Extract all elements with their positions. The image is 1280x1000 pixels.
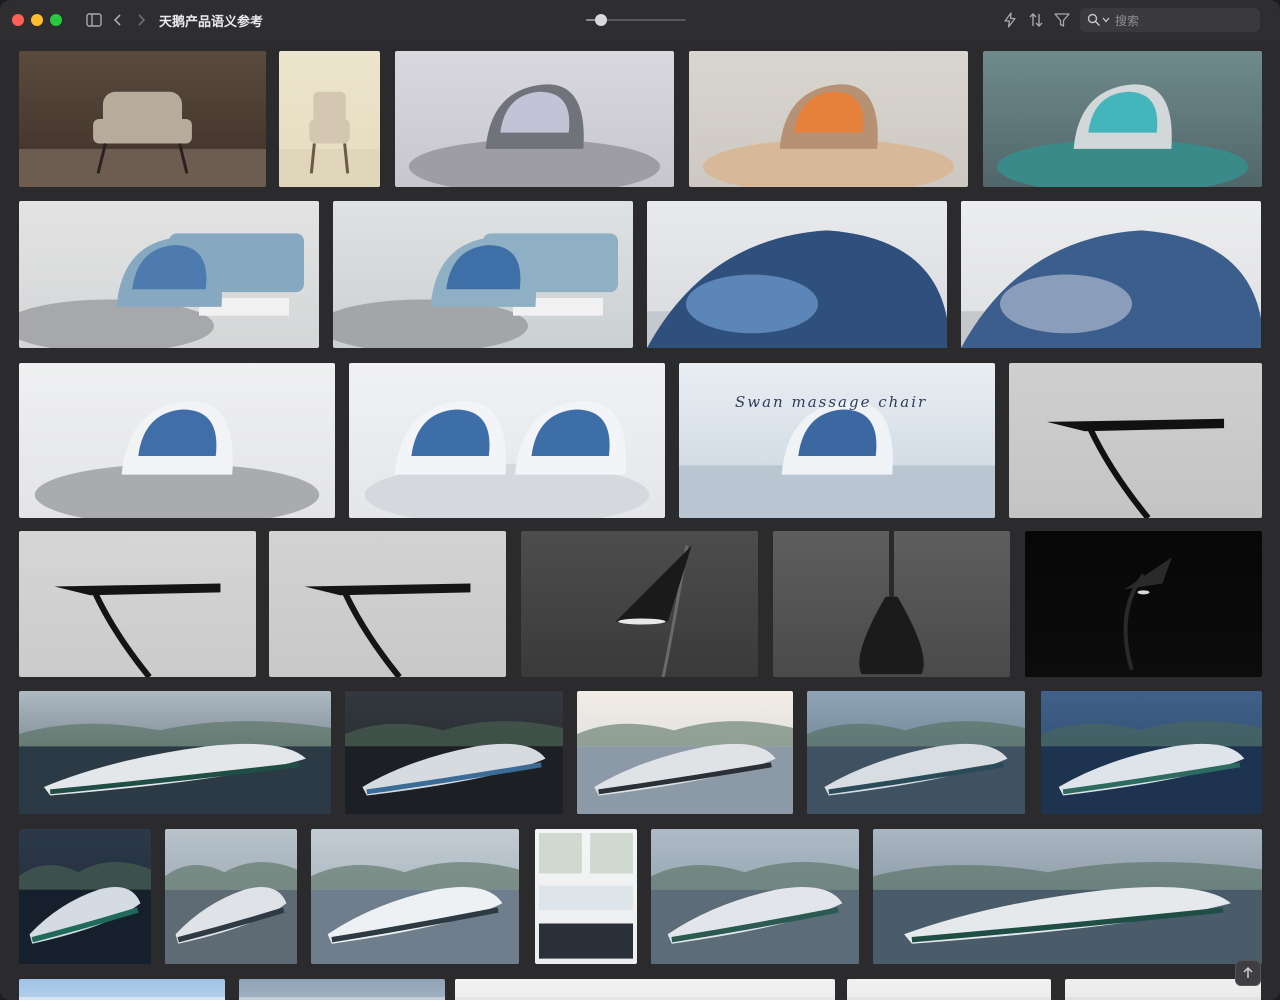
gallery-thumbnail-massage-chair-pair[interactable] [349,363,665,518]
window-title: 天鹅产品语义参考 [159,15,264,30]
gallery-thumbnail-massage-chair-teal[interactable] [983,51,1262,187]
gallery-thumbnail-massage-chair-livingroom[interactable] [19,201,319,348]
thumbnail-caption: Swan massage chair [735,393,928,411]
gallery-thumbnail-partial-yacht[interactable] [239,979,445,1000]
search-icon [1087,13,1101,27]
gallery-thumbnail-massage-chair-gray[interactable] [395,51,674,187]
gallery-thumbnail-yacht-calm-water[interactable] [651,829,859,964]
gallery-thumbnail-yacht-tender-sunset[interactable] [577,691,793,814]
chevron-down-icon[interactable] [1102,16,1110,24]
gallery-thumbnail-partial-light-2[interactable] [1065,979,1261,1000]
gallery-thumbnail-partial-sketch[interactable] [455,979,835,1000]
back-icon[interactable] [108,10,128,30]
search-placeholder: 搜索 [1115,14,1140,28]
gallery-thumbnail-lamp-black-arm[interactable] [19,531,256,677]
gallery-thumbnail-lamp-black-desk[interactable] [269,531,506,677]
zoom-slider-knob[interactable] [595,14,607,26]
zoom-button[interactable] [50,14,62,26]
close-button[interactable] [12,14,24,26]
gallery-thumbnail-yacht-mountains[interactable] [19,691,331,814]
gallery-thumbnail-yacht-top-dark[interactable] [345,691,563,814]
gallery-thumbnail-lamp-base-dark[interactable] [773,531,1010,677]
gallery-thumbnail-armchair-room[interactable] [19,51,266,187]
app-window: 天鹅产品语义参考 搜索 Swan massage chair [0,0,1280,1000]
gallery-thumbnail-yacht-top-down[interactable] [19,829,151,964]
arrow-up-icon [1243,966,1253,978]
gallery-thumbnail-yacht-panorama[interactable] [873,829,1262,964]
zoom-slider[interactable] [586,12,686,28]
image-gallery: Swan massage chair [0,40,1280,1000]
forward-icon[interactable] [131,10,151,30]
gallery-thumbnail-yacht-blue-sea[interactable] [1041,691,1262,814]
gallery-thumbnail-massage-chair-closeup-2[interactable] [961,201,1261,348]
gallery-thumbnail-lamp-night[interactable] [1025,531,1262,677]
scroll-to-top-button[interactable] [1235,960,1261,986]
gallery-thumbnail-massage-chair-orange[interactable] [689,51,968,187]
bolt-icon[interactable] [1000,10,1020,30]
gallery-thumbnail-lamp-swan-neck[interactable] [1009,363,1262,518]
gallery-thumbnail-partial-light[interactable] [847,979,1051,1000]
gallery-thumbnail-massage-chair-water[interactable]: Swan massage chair [679,363,995,518]
sidebar-icon[interactable] [84,10,104,30]
sort-icon[interactable] [1026,10,1046,30]
gallery-thumbnail-yacht-overhead-sea[interactable] [807,691,1025,814]
gallery-thumbnail-partial-sky[interactable] [19,979,225,1000]
gallery-thumbnail-armchair-cream[interactable] [279,51,380,187]
search-field[interactable]: 搜索 [1080,8,1260,32]
gallery-thumbnail-lamp-cone-dark[interactable] [521,531,758,677]
gallery-thumbnail-yacht-front[interactable] [165,829,297,964]
gallery-thumbnail-massage-chair-closeup[interactable] [647,201,947,348]
gallery-thumbnail-yacht-blueprint[interactable] [535,829,637,964]
titlebar: 天鹅产品语义参考 搜索 [0,0,1280,40]
gallery-thumbnail-yacht-tender-close[interactable] [311,829,519,964]
gallery-thumbnail-massage-chair-livingroom-2[interactable] [333,201,633,348]
gallery-thumbnail-massage-chair-side[interactable] [19,363,335,518]
filter-icon[interactable] [1052,10,1072,30]
minimize-button[interactable] [31,14,43,26]
